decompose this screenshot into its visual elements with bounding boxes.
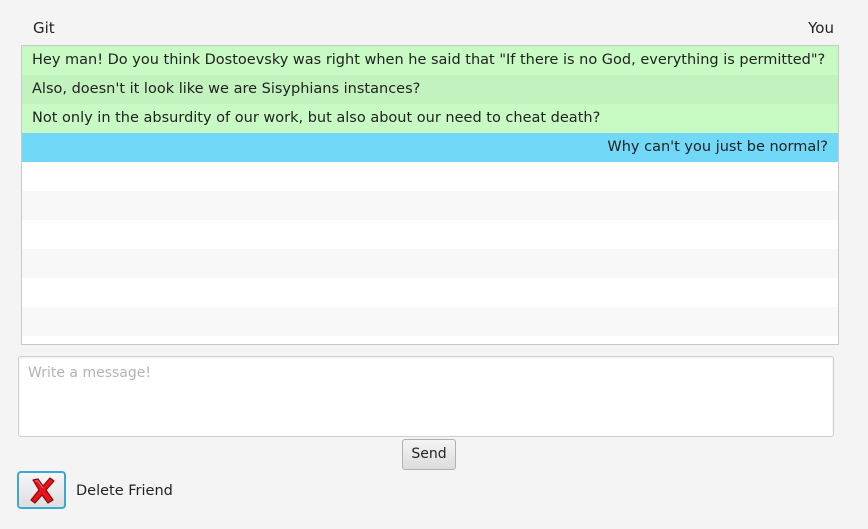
message-input[interactable] <box>19 357 833 436</box>
message-text: Not only in the absurdity of our work, b… <box>32 110 601 126</box>
delete-friend-label: Delete Friend <box>76 483 173 499</box>
message-text: Hey man! Do you think Dostoevsky was rig… <box>32 52 826 68</box>
message-row-friend[interactable]: Not only in the absurdity of our work, b… <box>22 104 838 133</box>
empty-row <box>22 162 838 191</box>
send-button[interactable]: Send <box>402 439 456 470</box>
empty-row <box>22 307 838 336</box>
delete-friend-button[interactable] <box>17 471 66 509</box>
empty-row <box>22 220 838 249</box>
message-row-friend[interactable]: Also, doesn't it look like we are Sisyph… <box>22 75 838 104</box>
message-list[interactable]: Hey man! Do you think Dostoevsky was rig… <box>21 45 839 345</box>
empty-row <box>22 249 838 278</box>
empty-row <box>22 191 838 220</box>
empty-row <box>22 278 838 307</box>
message-text: Why can't you just be normal? <box>607 139 828 155</box>
self-name-label: You <box>808 19 834 37</box>
message-row-friend[interactable]: Hey man! Do you think Dostoevsky was rig… <box>22 46 838 75</box>
message-input-container <box>18 356 834 437</box>
red-x-icon <box>30 477 55 504</box>
friend-name-label: Git <box>33 19 55 37</box>
message-text: Also, doesn't it look like we are Sisyph… <box>32 81 421 97</box>
chat-window: Git You Hey man! Do you think Dostoevsky… <box>0 0 868 529</box>
message-row-self[interactable]: Why can't you just be normal? <box>22 133 838 162</box>
